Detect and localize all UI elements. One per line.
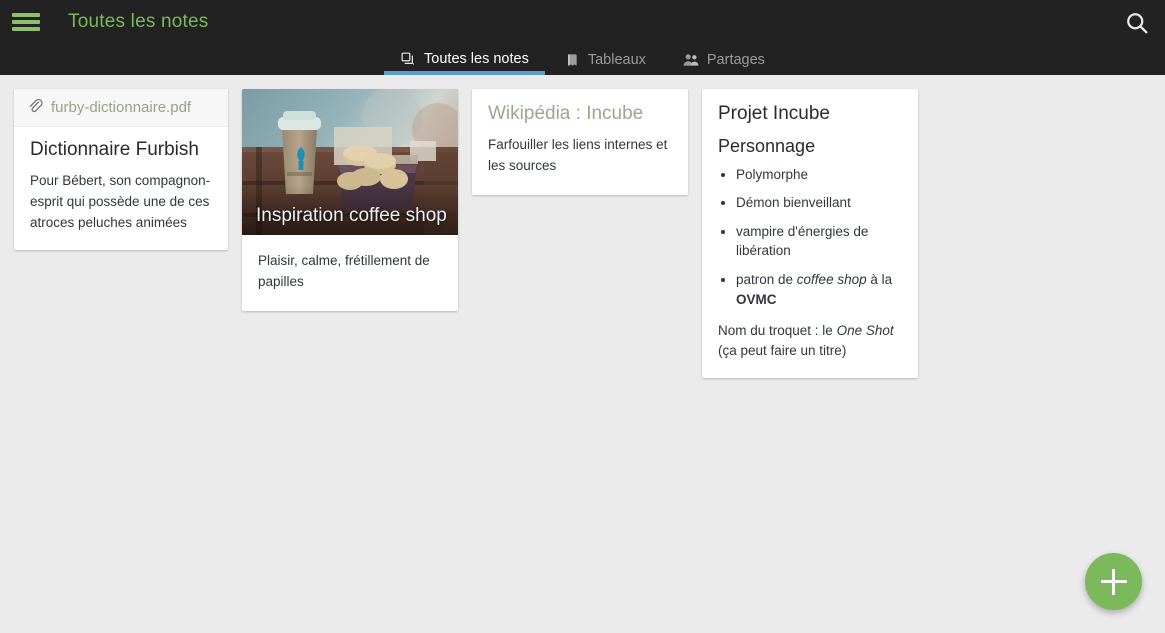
list-item-bold: OVMC [736, 291, 777, 307]
plus-icon [1112, 568, 1115, 595]
coffee-cup-and-macarons-photo: Inspiration coffee shop [242, 89, 458, 235]
list-item: Polymorphe [736, 165, 902, 185]
list-item-label: Démon bienveillant [736, 195, 851, 211]
card-body: Dictionnaire Furbish Pour Bébert, son co… [14, 127, 228, 250]
tab-toutes-les-notes[interactable]: Toutes les notes [382, 51, 547, 75]
list-item-italic: coffee shop [796, 272, 867, 288]
tab-tableaux[interactable]: Tableaux [547, 52, 664, 75]
list-item-label: Polymorphe [736, 166, 809, 182]
footnote-suffix: (ça peut faire un titre) [718, 342, 847, 358]
notes-stack-icon [400, 51, 417, 68]
card-text: Farfouiller les liens internes et les so… [488, 136, 668, 173]
list-item: patron de coffee shop à la OVMC [736, 270, 902, 309]
app-header: Toutes les notes Toutes les notes Tablea… [0, 0, 1165, 75]
list-item-middle: à la [866, 272, 893, 288]
attachment-banner[interactable]: furby-dictionnaire.pdf [14, 89, 228, 127]
notes-card-list: furby-dictionnaire.pdf Dictionnaire Furb… [0, 89, 1165, 379]
list-item: Démon bienveillant [736, 193, 902, 213]
people-icon [682, 52, 700, 68]
card-text: Pour Bébert, son compagnon-esprit qui po… [30, 172, 211, 230]
card-body: Plaisir, calme, frétillement de papilles [242, 235, 458, 311]
paperclip-icon [26, 97, 43, 118]
attachment-filename: furby-dictionnaire.pdf [51, 99, 192, 116]
list-item-prefix: patron de [736, 272, 797, 288]
tab-label: Toutes les notes [424, 51, 529, 68]
add-note-button[interactable] [1085, 553, 1142, 610]
page-title: Toutes les notes [68, 11, 209, 32]
card-footnote: Nom du troquet : le One Shot (ça peut fa… [718, 321, 902, 360]
notebook-icon [565, 52, 581, 68]
hamburger-bar [12, 20, 40, 24]
tab-partages[interactable]: Partages [664, 52, 783, 75]
card-text: Plaisir, calme, frétillement de papilles [258, 253, 430, 289]
bullet-list: Polymorphe Démon bienveillant vampire d'… [736, 165, 902, 309]
list-item-label: vampire d'énergies de libération [736, 223, 869, 259]
search-icon[interactable] [1123, 9, 1151, 37]
note-card-projet-incube[interactable]: Projet Incube Personnage Polymorphe Démo… [702, 89, 918, 379]
card-subheading: Personnage [718, 135, 816, 156]
list-item: vampire d'énergies de libération [736, 222, 902, 261]
footnote-prefix: Nom du troquet : le [718, 323, 837, 339]
hamburger-bar [12, 13, 40, 17]
card-title: Dictionnaire Furbish [30, 139, 199, 160]
card-title: Wikipédia : Incube [488, 103, 644, 124]
footnote-italic: One Shot [836, 323, 894, 339]
tab-label: Tableaux [587, 51, 646, 68]
note-card-coffee-shop[interactable]: Inspiration coffee shop Plaisir, calme, … [242, 89, 458, 311]
tab-bar: Toutes les notes Tableaux Partages [0, 44, 1165, 75]
card-body: Wikipédia : Incube Farfouiller les liens… [472, 89, 688, 195]
title-bar: Toutes les notes [0, 0, 1165, 44]
hamburger-bar [12, 27, 40, 31]
note-card-furby[interactable]: furby-dictionnaire.pdf Dictionnaire Furb… [14, 89, 228, 250]
notes-board: furby-dictionnaire.pdf Dictionnaire Furb… [0, 75, 1165, 633]
card-body: Projet Incube Personnage Polymorphe Démo… [702, 89, 918, 378]
note-card-wikipedia[interactable]: Wikipédia : Incube Farfouiller les liens… [472, 89, 688, 195]
hamburger-icon[interactable] [12, 11, 40, 33]
photo-caption: Inspiration coffee shop [256, 205, 447, 226]
card-title: Projet Incube [718, 103, 830, 124]
tab-label: Partages [706, 51, 765, 68]
